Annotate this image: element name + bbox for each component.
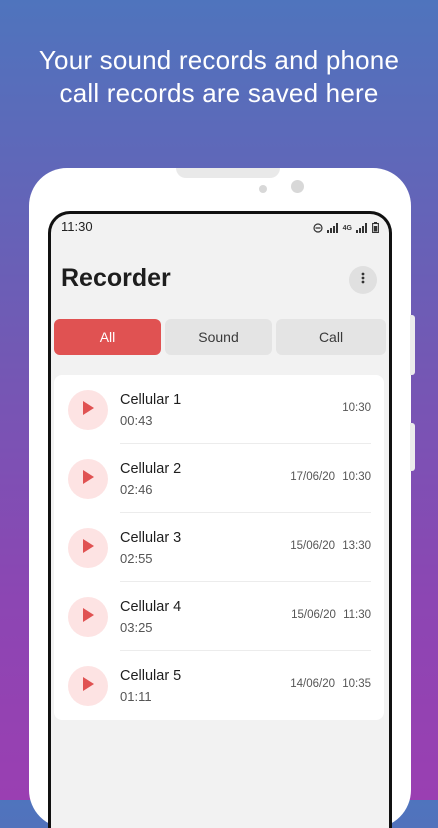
play-icon [81,607,95,628]
power-button [410,423,415,471]
recordings-list: Cellular 1 00:43 10:30 Cellular 2 02:46 … [54,375,384,720]
do-not-disturb-icon [313,220,323,238]
recording-duration: 00:43 [120,413,153,428]
signal-icon [356,220,368,238]
play-icon [81,676,95,697]
sensor-icon [259,185,267,193]
promo-line-1: Your sound records and phone [38,45,400,75]
recording-duration: 01:11 [120,689,152,704]
play-button[interactable] [68,666,108,706]
4g-icon: 4G [342,225,352,232]
play-button[interactable] [68,390,108,430]
list-item[interactable]: Cellular 4 03:25 15/06/20 11:30 [54,582,384,651]
phone-frame: 11:30 4G Recorder All Sound Call Cellula… [29,168,415,828]
recording-duration: 02:55 [120,551,153,566]
more-vertical-icon [361,271,365,289]
recording-datetime: 15/06/20 11:30 [291,609,371,621]
recording-duration: 03:25 [120,620,153,635]
play-button[interactable] [68,459,108,499]
status-icons: 4G [313,220,379,238]
tab-call[interactable]: Call [276,319,386,355]
more-options-button[interactable] [349,266,377,294]
recording-duration: 02:46 [120,482,153,497]
recording-datetime: 14/06/20 10:35 [290,678,371,690]
front-camera-icon [291,180,304,193]
page-title: Recorder [61,264,171,292]
status-bar: 11:30 4G [51,214,389,238]
phone-screen-bezel: 11:30 4G Recorder All Sound Call Cellula… [48,211,392,828]
recording-name: Cellular 1 [120,392,182,408]
recording-datetime: 15/06/20 13:30 [290,540,371,552]
play-icon [81,469,95,490]
play-button[interactable] [68,597,108,637]
recording-name: Cellular 2 [120,461,182,477]
recording-name: Cellular 3 [120,530,182,546]
filter-tabs: All Sound Call [54,319,386,355]
list-item[interactable]: Cellular 2 02:46 17/06/20 10:30 [54,444,384,513]
battery-icon [372,220,379,238]
promo-headline: Your sound records and phone call record… [0,44,438,110]
status-time: 11:30 [61,219,93,234]
signal-icon [326,220,339,238]
play-button[interactable] [68,528,108,568]
play-icon [81,538,95,559]
recording-datetime: 17/06/20 10:30 [290,471,371,483]
recording-name: Cellular 5 [120,668,182,684]
play-icon [81,400,95,421]
phone-speaker-notch [176,168,280,178]
list-item[interactable]: Cellular 1 00:43 10:30 [54,375,384,444]
tab-all[interactable]: All [54,319,161,355]
app-screen: 11:30 4G Recorder All Sound Call Cellula… [51,214,389,828]
promo-line-2: call records are saved here [59,78,379,108]
tab-sound[interactable]: Sound [165,319,272,355]
list-item[interactable]: Cellular 3 02:55 15/06/20 13:30 [54,513,384,582]
recording-datetime: 10:30 [342,402,371,414]
volume-button [410,315,415,375]
recording-name: Cellular 4 [120,599,182,615]
list-item[interactable]: Cellular 5 01:11 14/06/20 10:35 [54,651,384,720]
